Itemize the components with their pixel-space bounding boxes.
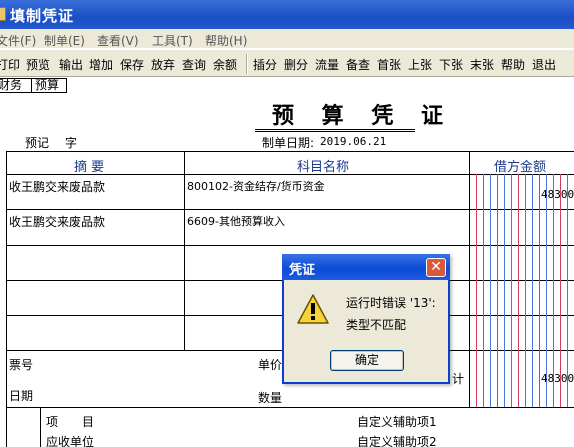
header-account: 科目名称 — [297, 160, 350, 175]
dialog-message-line1: 运行时错误 '13': — [346, 296, 436, 310]
voucher-date-label: 制单日期: — [262, 136, 315, 150]
app-icon — [0, 7, 6, 21]
ok-button[interactable]: 确定 — [330, 350, 404, 371]
amount-rule — [490, 174, 491, 407]
grid-line — [6, 209, 574, 210]
receivable-label: 应收单位 — [46, 435, 95, 447]
amount-rule — [497, 174, 498, 407]
voucher-zi-label: 字 — [65, 136, 78, 150]
error-dialog: 凭证 ✕ 运行时错误 '13': 类型不匹配 确定 — [282, 254, 450, 384]
amount-rule — [476, 174, 477, 407]
amount-rule — [511, 174, 512, 407]
amount-rule — [483, 174, 484, 407]
dialog-message: 运行时错误 '13': 类型不匹配 — [346, 292, 436, 336]
grid-line — [6, 151, 574, 152]
grid-line — [469, 151, 470, 407]
bill-no-label: 票号 — [9, 358, 34, 372]
unit-price-label: 单价 — [258, 358, 283, 372]
toolbar: 打印 预览 输出 增加 保存 放弃 查询 余额 插分 删分 流量 备查 首张 上… — [0, 50, 574, 77]
tb-last[interactable]: 末张 — [470, 56, 494, 73]
tb-add[interactable]: 增加 — [89, 56, 113, 73]
total-amount: 48300 — [541, 372, 574, 385]
menu-help[interactable]: 帮助(H) — [205, 32, 247, 49]
tb-prev[interactable]: 上张 — [408, 56, 432, 73]
tb-next[interactable]: 下张 — [439, 56, 463, 73]
item-label: 项 目 — [46, 415, 95, 429]
amount-rule — [504, 174, 505, 407]
tb-export[interactable]: 输出 — [59, 56, 83, 73]
menu-file[interactable]: 文件(F) — [0, 32, 36, 49]
tb-save[interactable]: 保存 — [120, 56, 144, 73]
tb-print[interactable]: 打印 — [0, 56, 20, 73]
tb-first[interactable]: 首张 — [377, 56, 401, 73]
dialog-message-line2: 类型不匹配 — [346, 318, 407, 332]
tb-flow[interactable]: 流量 — [315, 56, 339, 73]
tb-discard[interactable]: 放弃 — [151, 56, 175, 73]
grid-line — [184, 151, 185, 350]
toolbar-separator — [246, 54, 248, 74]
amount-rule — [525, 174, 526, 407]
row2-summary[interactable]: 收王鹏交来废品款 — [9, 213, 105, 230]
tb-help[interactable]: 帮助 — [501, 56, 525, 73]
menu-view[interactable]: 查看(V) — [97, 32, 139, 49]
tab-strip: 财务 预算 — [0, 77, 574, 94]
header-summary: 摘 要 — [74, 160, 105, 175]
total-label: 计 — [452, 372, 465, 386]
voucher-word-label: 预记 — [25, 136, 50, 150]
voucher-date[interactable]: 2019.06.21 — [320, 135, 386, 148]
row1-account[interactable]: 800102-资金结存/货币资金 — [187, 178, 325, 194]
voucher-title-underline — [255, 129, 415, 132]
tb-delete-entry[interactable]: 删分 — [284, 56, 308, 73]
tb-insert-entry[interactable]: 插分 — [253, 56, 277, 73]
dialog-title: 凭证 — [289, 263, 316, 278]
tab-budget[interactable]: 预算 — [31, 78, 67, 93]
tab-finance[interactable]: 财务 — [0, 78, 32, 93]
tb-exit[interactable]: 退出 — [532, 56, 556, 73]
amount-rule — [539, 174, 540, 407]
custom-aux2-label: 自定义辅助项2 — [357, 435, 437, 447]
close-icon[interactable]: ✕ — [426, 258, 446, 277]
qty-label: 数量 — [258, 391, 283, 405]
title-bar: 填制凭证 — [0, 0, 574, 29]
row2-account[interactable]: 6609-其他预算收入 — [187, 213, 285, 229]
voucher-title: 预 算 凭 证 — [272, 103, 453, 129]
warning-icon — [297, 294, 329, 324]
tb-query[interactable]: 查询 — [182, 56, 206, 73]
menu-voucher[interactable]: 制单(E) — [44, 32, 85, 49]
row1-summary[interactable]: 收王鹏交来废品款 — [9, 178, 105, 195]
grid-line — [6, 407, 574, 408]
custom-aux1-label: 自定义辅助项1 — [357, 415, 437, 429]
grid-line — [6, 151, 7, 447]
amount-rule — [532, 174, 533, 407]
menu-tools[interactable]: 工具(T) — [152, 32, 193, 49]
window-title: 填制凭证 — [10, 7, 75, 25]
menu-bar: 文件(F) 制单(E) 查看(V) 工具(T) 帮助(H) — [0, 29, 574, 49]
grid-line — [6, 245, 574, 246]
tb-balance[interactable]: 余额 — [213, 56, 237, 73]
row1-amount[interactable]: 48300 — [541, 188, 574, 201]
date2-label: 日期 — [9, 389, 34, 403]
tb-preview[interactable]: 预览 — [26, 56, 50, 73]
grid-line — [40, 407, 41, 447]
header-debit: 借方金额 — [494, 160, 547, 175]
tb-memo[interactable]: 备查 — [346, 56, 370, 73]
amount-rule — [518, 174, 519, 407]
dialog-title-bar: 凭证 ✕ — [282, 254, 450, 280]
